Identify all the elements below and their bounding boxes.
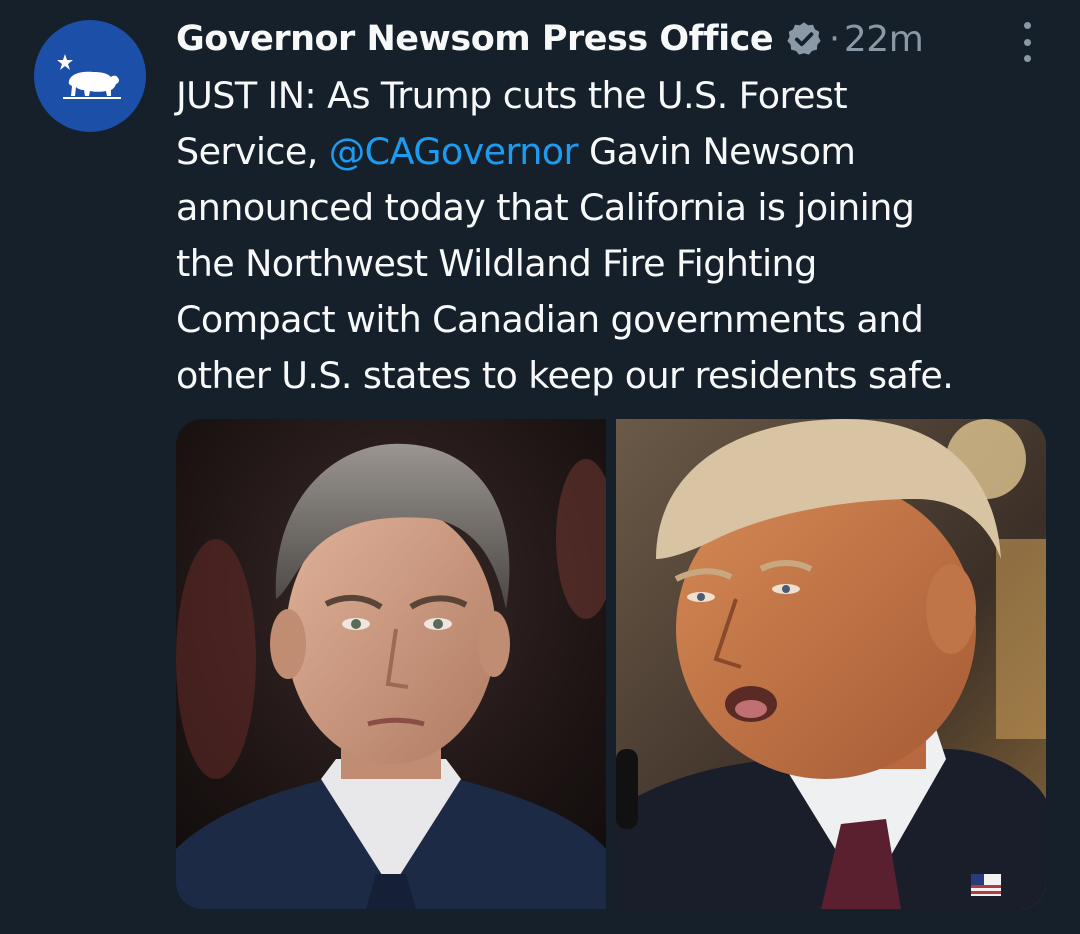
tweet-text-line: JUST IN: As Trump cuts the U.S. Forest <box>176 74 848 117</box>
tweet-text-line: the Northwest Wildland Fire Fighting <box>176 242 817 285</box>
tweet-text-line: other U.S. states to keep our residents … <box>176 354 954 397</box>
tweet-header: Governor Newsom Press Office · 22m <box>176 14 1060 64</box>
author-display-name[interactable]: Governor Newsom Press Office <box>176 19 774 59</box>
tweet-text: JUST IN: As Trump cuts the U.S. Forest S… <box>176 68 1056 404</box>
more-vertical-icon[interactable] <box>1020 22 1034 62</box>
media-photo-left[interactable] <box>176 419 606 909</box>
mention-link[interactable]: @CAGovernor <box>329 130 579 173</box>
header-separator: · <box>829 19 840 59</box>
media-photo-right[interactable] <box>616 419 1046 909</box>
tweet-text-segment: Service, <box>176 130 329 173</box>
more-dot <box>1023 55 1031 62</box>
more-dot <box>1023 22 1031 29</box>
california-bear-icon <box>57 54 121 99</box>
timestamp[interactable]: 22m <box>844 19 924 60</box>
tweet-text-line: Service, @CAGovernor Gavin Newsom <box>176 124 1056 180</box>
tweet-text-segment: Gavin Newsom <box>577 130 856 173</box>
verified-badge-icon[interactable] <box>785 20 823 58</box>
more-dot <box>1023 38 1031 46</box>
tweet-text-line: Compact with Canadian governments and <box>176 298 924 341</box>
tweet-text-line: announced today that California is joini… <box>176 186 915 229</box>
media-grid <box>176 419 1046 909</box>
avatar[interactable] <box>34 20 146 132</box>
